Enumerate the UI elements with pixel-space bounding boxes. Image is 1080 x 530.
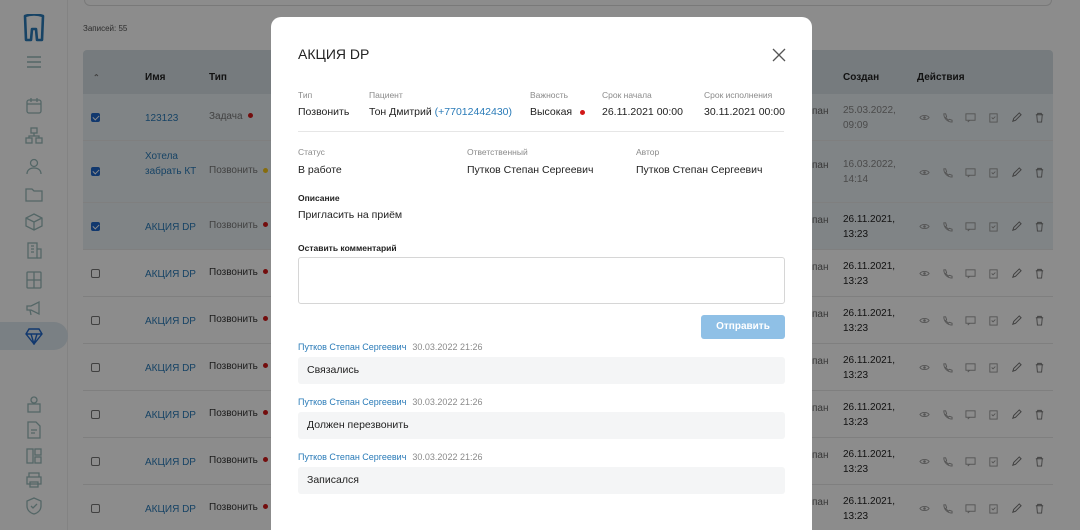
- patient-phone-link[interactable]: (+77012442430): [435, 106, 512, 118]
- type-label: Тип: [298, 90, 313, 100]
- responsible-label: Ответственный: [467, 147, 528, 157]
- task-modal: АКЦИЯ DP Тип Позвонить Пациент Тон Дмитр…: [271, 17, 812, 530]
- patient-label: Пациент: [369, 90, 403, 100]
- comment-text: Записался: [298, 467, 785, 494]
- author-label: Автор: [636, 147, 660, 157]
- comment-author[interactable]: Путков Степан Сергеевич: [298, 342, 406, 352]
- status-label: Статус: [298, 147, 325, 157]
- modal-title: АКЦИЯ DP: [298, 46, 370, 62]
- priority-dot: [580, 109, 586, 115]
- comment-text: Связались: [298, 357, 785, 384]
- start-label: Срок начала: [602, 90, 652, 100]
- comment-author[interactable]: Путков Степан Сергеевич: [298, 452, 406, 462]
- status-value: В работе: [298, 164, 342, 176]
- start-value: 26.11.2021 00:00: [602, 106, 683, 118]
- comment-input[interactable]: [298, 257, 785, 304]
- comment-time: 30.03.2022 21:26: [412, 452, 483, 462]
- patient-value: Тон Дмитрий (+77012442430): [369, 106, 512, 118]
- send-button[interactable]: Отправить: [701, 315, 785, 339]
- comment-text: Должен перезвонить: [298, 412, 785, 439]
- comment-author[interactable]: Путков Степан Сергеевич: [298, 397, 406, 407]
- priority-text: Высокая: [530, 106, 573, 118]
- due-label: Срок исполнения: [704, 90, 773, 100]
- description-value: Пригласить на приём: [298, 209, 403, 221]
- patient-name: Тон Дмитрий: [369, 106, 432, 118]
- close-icon[interactable]: [771, 47, 787, 63]
- divider: [298, 131, 784, 132]
- due-value: 30.11.2021 00:00: [704, 106, 785, 118]
- type-value: Позвонить: [298, 106, 350, 118]
- comment-meta: Путков Степан Сергеевич 30.03.2022 21:26: [298, 342, 482, 352]
- comment-label: Оставить комментарий: [298, 243, 397, 253]
- author-value: Путков Степан Сергеевич: [636, 164, 763, 176]
- comment-time: 30.03.2022 21:26: [412, 397, 483, 407]
- comment-meta: Путков Степан Сергеевич 30.03.2022 21:26: [298, 452, 482, 462]
- comment-time: 30.03.2022 21:26: [412, 342, 483, 352]
- comment-meta: Путков Степан Сергеевич 30.03.2022 21:26: [298, 397, 482, 407]
- priority-label: Важность: [530, 90, 569, 100]
- description-label: Описание: [298, 193, 340, 203]
- responsible-value: Путков Степан Сергеевич: [467, 164, 594, 176]
- priority-value: Высокая: [530, 106, 586, 118]
